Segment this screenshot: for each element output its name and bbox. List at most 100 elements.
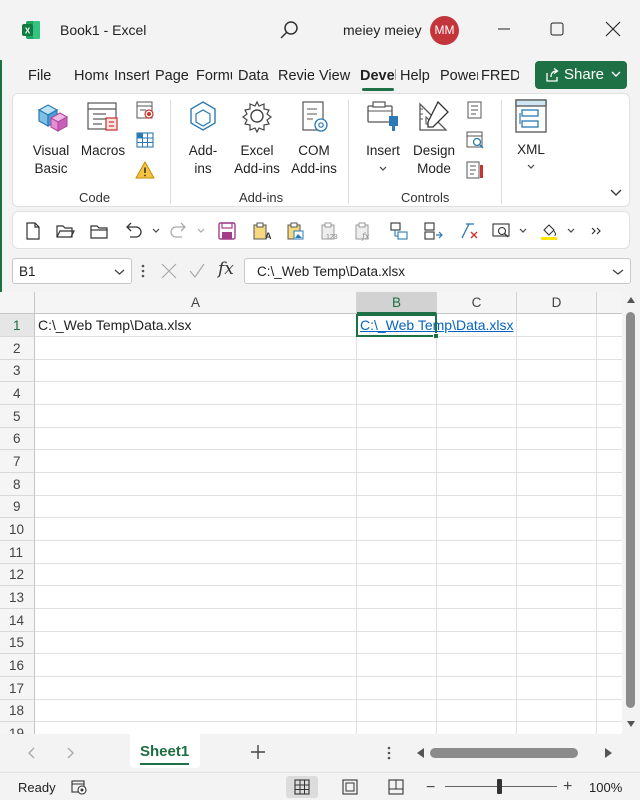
avatar[interactable]: MM [430,16,459,45]
row-header[interactable]: 4 [0,382,35,405]
excel-addins-button[interactable]: Excel Add-ins [231,100,283,180]
tab-developer[interactable]: Developer [360,68,396,84]
row-header[interactable]: 15 [0,632,35,654]
accessibility-icon[interactable] [70,778,88,796]
chevron-down-icon[interactable] [197,228,205,234]
view-code-icon[interactable] [465,130,485,150]
fill-handle[interactable] [433,333,439,339]
paste-formulas-icon[interactable]: fx [353,221,373,241]
vertical-scrollbar[interactable] [622,292,640,734]
macros-button[interactable]: Macros [79,100,127,160]
run-dialog-icon[interactable] [465,160,485,180]
relative-references-icon[interactable] [135,130,155,150]
vertical-scroll-thumb[interactable] [626,312,635,708]
row-header[interactable]: 8 [0,473,35,496]
search-icon[interactable] [279,19,301,41]
insert-function-icon[interactable]: fx [218,259,234,279]
cell-a1[interactable]: C:\_Web Temp\Data.xlsx [38,317,192,333]
new-file-icon[interactable] [23,221,43,241]
tab-fred[interactable]: FRED [481,68,519,84]
browse-folder-icon[interactable] [89,221,109,241]
more-options-icon[interactable] [386,745,392,761]
tab-insert[interactable]: Insert [114,68,149,84]
page-break-view-button[interactable] [380,776,412,798]
column-header-c[interactable]: C [437,292,517,314]
horizontal-scroll-thumb[interactable] [430,748,578,758]
more-options-icon[interactable] [140,261,146,281]
chevron-down-icon[interactable] [567,228,575,234]
tab-formulas[interactable]: Formulas [196,68,232,84]
tab-view[interactable]: View [319,68,353,84]
row-header[interactable]: 6 [0,428,35,450]
name-box[interactable]: B1 [12,258,132,284]
zoom-in-button[interactable]: + [563,778,572,796]
scroll-left-icon[interactable] [415,747,425,759]
com-addins-button[interactable]: COM Add-ins [288,100,340,180]
formula-input[interactable]: C:\_Web Temp\Data.xlsx [244,258,631,284]
row-header[interactable]: 7 [0,450,35,473]
row-header[interactable]: 16 [0,654,35,677]
enter-icon[interactable] [188,262,206,280]
sheet-tab-sheet1[interactable]: Sheet1 [130,734,200,768]
collapse-ribbon-icon[interactable] [609,188,623,198]
tab-data[interactable]: Data [238,68,272,84]
paste-picture-icon[interactable] [285,221,305,241]
view-zoom-icon[interactable] [491,221,511,241]
properties-icon[interactable] [465,100,485,120]
insert-control-button[interactable]: Insert [359,100,407,180]
share-button[interactable]: Share [535,61,627,89]
normal-view-button[interactable] [286,776,318,798]
zoom-out-button[interactable]: − [426,779,435,797]
chevron-left-icon[interactable] [26,746,38,760]
page-layout-view-button[interactable] [334,776,366,798]
tab-review[interactable]: Review [278,68,314,84]
maximize-icon[interactable] [540,14,574,44]
select-all-corner[interactable] [0,292,35,314]
chevron-down-icon[interactable] [152,228,160,234]
worksheet-grid[interactable]: A B C D 1 2 3 4 5 6 7 8 9 10 11 12 13 14… [0,292,622,734]
row-header[interactable]: 9 [0,496,35,518]
scroll-down-icon[interactable] [626,720,636,728]
column-header-d[interactable]: D [517,292,597,314]
column-header-a[interactable]: A [35,292,357,314]
clear-format-icon[interactable] [459,221,479,241]
more-commands-icon[interactable] [587,221,607,241]
paste-values-icon[interactable]: 123 [319,221,339,241]
user-name[interactable]: meiey meiey [343,22,422,38]
zoom-slider-thumb[interactable] [497,779,502,794]
paste-icon[interactable]: A [251,221,271,241]
tab-file[interactable]: File [28,68,54,84]
row-header[interactable]: 13 [0,586,35,609]
redo-icon[interactable] [169,221,189,241]
scroll-up-icon[interactable] [626,296,636,304]
tab-help[interactable]: Help [400,68,434,84]
zoom-level[interactable]: 100% [589,780,622,795]
close-icon[interactable] [596,14,630,44]
chevron-right-icon[interactable] [64,746,76,760]
addins-button[interactable]: Add- ins [179,100,227,180]
add-sheet-icon[interactable] [249,743,267,761]
column-header-b[interactable]: B [357,292,437,314]
cells-area[interactable]: C:\_Web Temp\Data.xlsx C:\_Web Temp\Data… [35,314,622,734]
cancel-icon[interactable] [160,262,178,280]
move-cells-icon[interactable] [389,221,409,241]
chevron-down-icon[interactable] [519,228,527,234]
record-macro-icon[interactable] [135,100,155,120]
row-header[interactable]: 17 [0,677,35,700]
row-header[interactable]: 3 [0,360,35,382]
row-header[interactable]: 5 [0,405,35,428]
row-header[interactable]: 11 [0,541,35,564]
expand-formula-icon[interactable] [612,268,624,276]
design-mode-button[interactable]: Design Mode [409,100,459,180]
macro-security-icon[interactable] [135,160,155,180]
tab-power-pivot[interactable]: Power Pivot [440,68,478,84]
tab-home[interactable]: Home [74,68,108,84]
row-header[interactable]: 12 [0,564,35,586]
row-header[interactable]: 14 [0,609,35,632]
undo-icon[interactable] [123,221,143,241]
row-header[interactable]: 2 [0,337,35,360]
insert-cells-icon[interactable] [423,221,443,241]
fill-color-icon[interactable] [539,221,559,241]
xml-button[interactable]: XML [509,98,553,178]
open-folder-icon[interactable] [55,221,75,241]
